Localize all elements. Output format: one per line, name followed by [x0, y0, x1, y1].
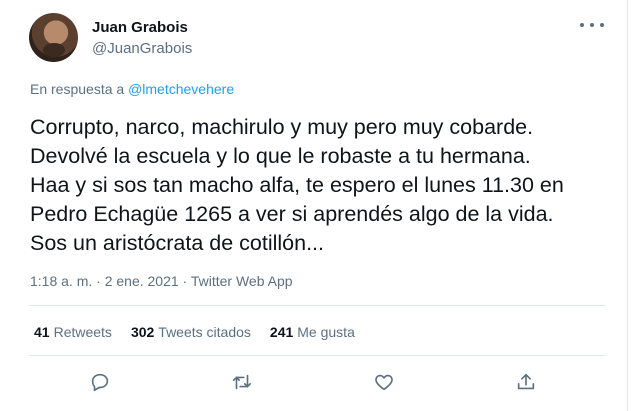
quotes-count: 302 [130, 324, 155, 340]
avatar[interactable] [29, 13, 78, 62]
more-dot [600, 23, 604, 27]
tweet-card: Juan Grabois @JuanGrabois En respuesta a… [0, 0, 628, 411]
retweets-label: Retweets [53, 324, 112, 340]
like-icon[interactable] [372, 370, 396, 394]
quotes-label: Tweets citados [158, 324, 251, 340]
reply-mention-link[interactable]: @lmetchevehere [128, 81, 234, 97]
retweets-stat[interactable]: 41 Retweets [34, 324, 112, 340]
tweet-text: Corrupto, narco, machirulo y muy pero mu… [30, 115, 564, 255]
likes-count: 241 [269, 324, 294, 340]
divider [29, 305, 605, 306]
reply-prefix: En respuesta a [30, 81, 125, 97]
retweet-icon[interactable] [230, 370, 254, 394]
likes-label: Me gusta [297, 324, 355, 340]
retweets-count: 41 [34, 324, 50, 340]
likes-stat[interactable]: 241 Me gusta [270, 324, 355, 340]
divider [29, 355, 605, 356]
author-handle[interactable]: @JuanGrabois [92, 40, 192, 57]
more-dot [580, 23, 584, 27]
reply-context: En respuesta a @lmetchevehere [30, 81, 234, 97]
tweet-stats: 41 Retweets 302 Tweets citados 241 Me gusta [34, 324, 374, 340]
more-icon[interactable] [580, 17, 604, 33]
reply-icon[interactable] [88, 370, 112, 394]
more-dot [590, 23, 594, 27]
action-bar [0, 368, 627, 398]
quotes-stat[interactable]: 302 Tweets citados [131, 324, 251, 340]
share-icon[interactable] [514, 370, 538, 394]
tweet-meta[interactable]: 1:18 a. m. · 2 ene. 2021 · Twitter Web A… [30, 273, 293, 289]
author-name[interactable]: Juan Grabois [92, 19, 188, 36]
